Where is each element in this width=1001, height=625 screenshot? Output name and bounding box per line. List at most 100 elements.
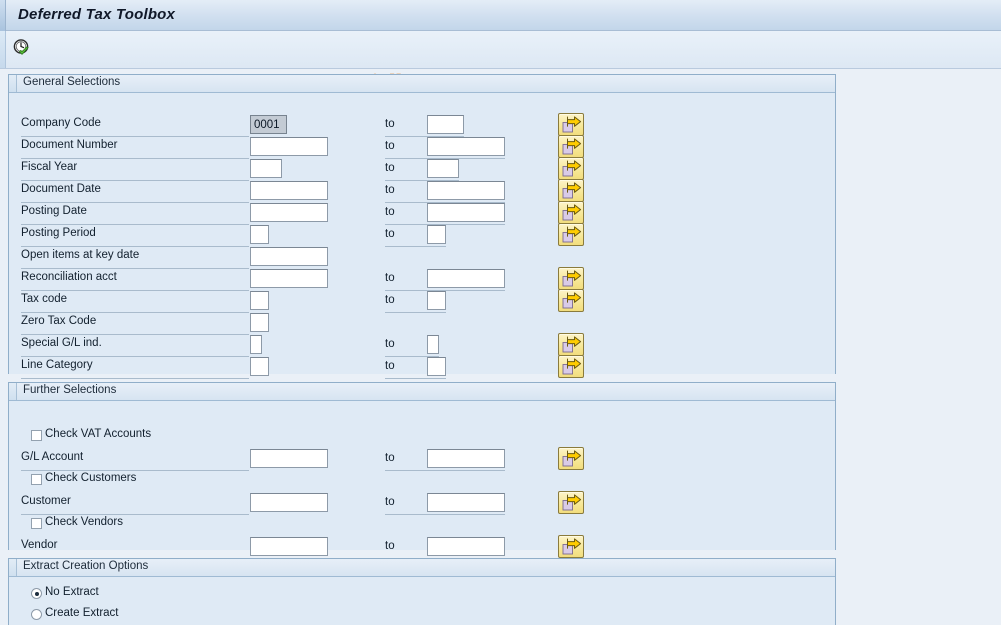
- field-input-fiscal-year-from[interactable]: [250, 159, 282, 178]
- field-input-special-g-l-ind-to[interactable]: [427, 335, 439, 354]
- radio-label-no-extract: No Extract: [45, 586, 99, 598]
- multiple-selection-button-vendor[interactable]: [558, 535, 584, 558]
- to-underline: [385, 378, 446, 379]
- page-title: Deferred Tax Toolbox: [18, 6, 176, 23]
- checkbox-row: Check VAT Accounts: [9, 427, 837, 447]
- field-input-open-items-at-key-date-from[interactable]: [250, 247, 328, 266]
- field-input-customer-to[interactable]: [427, 493, 505, 512]
- checkbox-check-vat-accounts[interactable]: [31, 430, 42, 441]
- field-input-reconciliation-acct-to[interactable]: [427, 269, 505, 288]
- to-label: to: [385, 360, 395, 372]
- field-input-reconciliation-acct-from[interactable]: [250, 269, 328, 288]
- field-input-customer-from[interactable]: [250, 493, 328, 512]
- multiple-selection-button-fiscal-year[interactable]: [558, 157, 584, 180]
- field-input-line-category-to[interactable]: [427, 357, 446, 376]
- multiple-selection-button-tax-code[interactable]: [558, 289, 584, 312]
- field-label-line-category: Line Category: [21, 359, 93, 371]
- panel-extract-creation-options: Extract Creation Options No Extract Create…: [8, 558, 836, 625]
- panel-notch: [9, 75, 17, 92]
- field-input-fiscal-year-to[interactable]: [427, 159, 459, 178]
- checkbox-check-vendors[interactable]: [31, 518, 42, 529]
- field-input-tax-code-to[interactable]: [427, 291, 446, 310]
- to-label: to: [385, 118, 395, 130]
- label-underline: [21, 378, 249, 379]
- checkbox-label-check-customers: Check Customers: [45, 472, 137, 484]
- toolbar-accent: [0, 31, 6, 68]
- field-label-company-code: Company Code: [21, 117, 101, 129]
- panel-notch: [9, 559, 17, 576]
- field-input-company-code-to[interactable]: [427, 115, 464, 134]
- form-row: Document Number to: [9, 135, 837, 159]
- form-row: Company Code to: [9, 113, 837, 137]
- field-input-posting-date-to[interactable]: [427, 203, 505, 222]
- to-label: to: [385, 206, 395, 218]
- form-row: Reconciliation acct to: [9, 267, 837, 291]
- to-label: to: [385, 496, 395, 508]
- form-row: Zero Tax Code: [9, 313, 837, 335]
- field-input-g-l-account-from[interactable]: [250, 449, 328, 468]
- panel-title-further-selections: Further Selections: [23, 384, 117, 396]
- field-input-posting-date-from[interactable]: [250, 203, 328, 222]
- execute-button[interactable]: [11, 38, 33, 63]
- field-input-g-l-account-to[interactable]: [427, 449, 505, 468]
- field-input-company-code-from[interactable]: [250, 115, 287, 134]
- field-label-open-items-at-key-date: Open items at key date: [21, 249, 140, 261]
- panel-further-selections: Further Selections Check VAT Accounts Chec…: [8, 382, 837, 559]
- multiple-selection-button-special-g-l-ind[interactable]: [558, 333, 584, 356]
- field-input-document-number-from[interactable]: [250, 137, 328, 156]
- radio-row: Create Extract: [9, 606, 837, 625]
- field-label-posting-period: Posting Period: [21, 227, 96, 239]
- field-label-vendor: Vendor: [21, 539, 58, 551]
- checkbox-row: Check Vendors: [9, 515, 837, 535]
- field-input-vendor-from[interactable]: [250, 537, 328, 556]
- field-input-document-number-to[interactable]: [427, 137, 505, 156]
- field-input-zero-tax-code-from[interactable]: [250, 313, 269, 332]
- radio-row: No Extract: [9, 585, 837, 605]
- field-input-posting-period-from[interactable]: [250, 225, 269, 244]
- field-label-fiscal-year: Fiscal Year: [21, 161, 78, 173]
- form-row: Tax code to: [9, 289, 837, 313]
- multiple-selection-button-posting-period[interactable]: [558, 223, 584, 246]
- field-label-zero-tax-code: Zero Tax Code: [21, 315, 97, 327]
- to-label: to: [385, 140, 395, 152]
- panel-title-general-selections: General Selections: [23, 76, 121, 88]
- clock-check-icon: [12, 38, 32, 63]
- to-underline: [385, 470, 505, 471]
- to-label: to: [385, 184, 395, 196]
- to-label: to: [385, 272, 395, 284]
- label-underline: [21, 514, 249, 515]
- multiple-selection-button-document-number[interactable]: [558, 135, 584, 158]
- radio-create-extract[interactable]: [31, 609, 42, 620]
- field-label-customer: Customer: [21, 495, 71, 507]
- field-input-vendor-to[interactable]: [427, 537, 505, 556]
- form-row: Vendor to: [9, 535, 837, 559]
- field-label-document-number: Document Number: [21, 139, 118, 151]
- form-row: Customer to: [9, 491, 837, 515]
- to-label: to: [385, 540, 395, 552]
- multiple-selection-button-line-category[interactable]: [558, 355, 584, 378]
- field-label-special-g-l-ind: Special G/L ind.: [21, 337, 102, 349]
- field-input-posting-period-to[interactable]: [427, 225, 446, 244]
- checkbox-label-check-vendors: Check Vendors: [45, 516, 123, 528]
- field-label-posting-date: Posting Date: [21, 205, 87, 217]
- multiple-selection-button-posting-date[interactable]: [558, 201, 584, 224]
- checkbox-label-check-vat-accounts: Check VAT Accounts: [45, 428, 152, 440]
- field-label-reconciliation-acct: Reconciliation acct: [21, 271, 117, 283]
- field-input-document-date-from[interactable]: [250, 181, 328, 200]
- radio-no-extract[interactable]: [31, 588, 42, 599]
- checkbox-row: Check Customers: [9, 471, 837, 491]
- field-input-tax-code-from[interactable]: [250, 291, 269, 310]
- multiple-selection-button-company-code[interactable]: [558, 113, 584, 136]
- field-input-line-category-from[interactable]: [250, 357, 269, 376]
- panel-title-extract-creation-options: Extract Creation Options: [23, 560, 149, 572]
- field-input-special-g-l-ind-from[interactable]: [250, 335, 262, 354]
- multiple-selection-button-g-l-account[interactable]: [558, 447, 584, 470]
- field-input-document-date-to[interactable]: [427, 181, 505, 200]
- multiple-selection-button-reconciliation-acct[interactable]: [558, 267, 584, 290]
- multiple-selection-button-document-date[interactable]: [558, 179, 584, 202]
- panel-general-selections: General SelectionsCompany CodetoDocument…: [8, 74, 837, 379]
- form-row: Fiscal Year to: [9, 157, 837, 181]
- checkbox-check-customers[interactable]: [31, 474, 42, 485]
- panel-body: Check VAT Accounts Check Customers Check V…: [9, 401, 837, 559]
- multiple-selection-button-customer[interactable]: [558, 491, 584, 514]
